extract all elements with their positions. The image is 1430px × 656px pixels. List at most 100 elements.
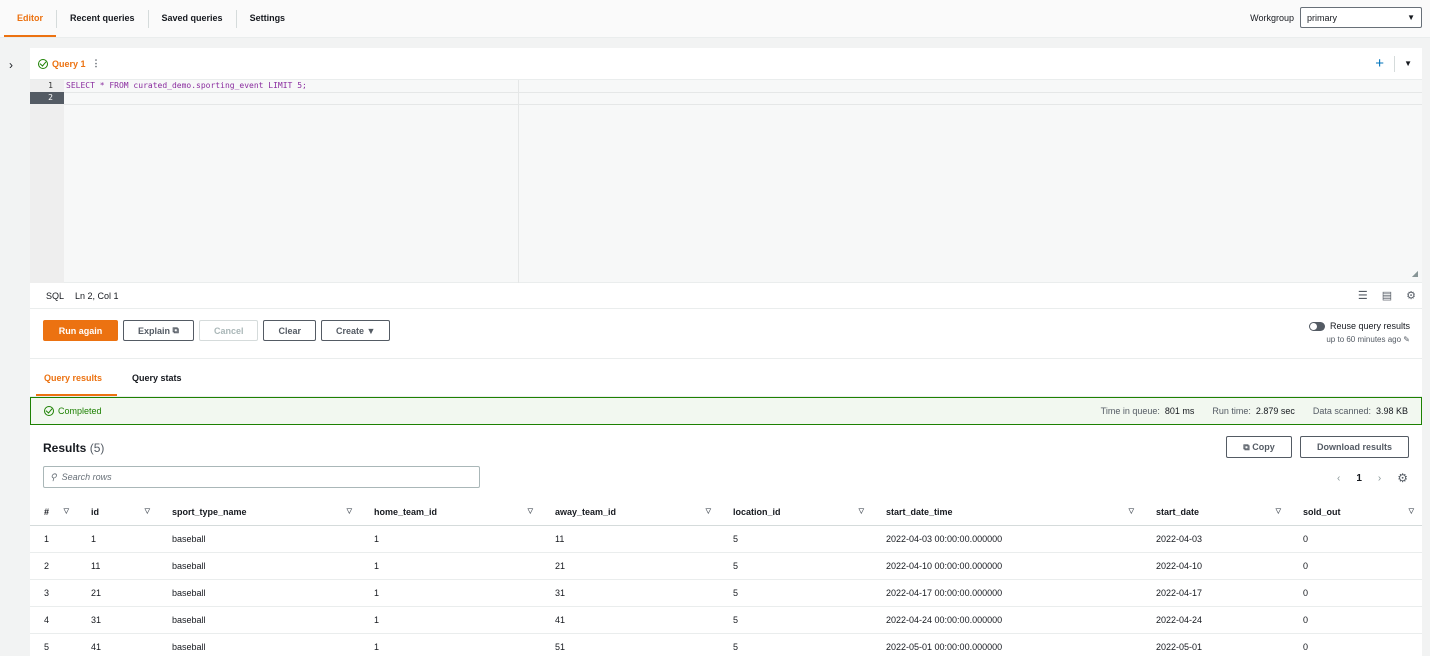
create-button[interactable]: Create ▼ xyxy=(321,320,391,341)
chevron-right-icon[interactable]: › xyxy=(9,58,13,72)
sort-icon[interactable]: ▽ xyxy=(145,507,150,515)
column-header[interactable]: sold_out ▽ xyxy=(1289,499,1422,526)
reuse-toggle[interactable] xyxy=(1308,321,1325,331)
data-scanned-label: Data scanned: xyxy=(1312,406,1371,416)
kebab-menu-icon[interactable]: ⋮ xyxy=(92,58,101,69)
column-header[interactable]: start_date ▽ xyxy=(1142,499,1289,526)
clear-button[interactable]: Clear xyxy=(263,320,316,341)
line-number: 1 xyxy=(48,81,53,90)
active-tab-indicator xyxy=(36,394,117,396)
current-page[interactable]: 1 xyxy=(1356,473,1362,484)
edit-icon[interactable]: ✎ xyxy=(1403,335,1410,344)
table-cell: 21 xyxy=(77,579,158,607)
column-header-label: sport_type_name xyxy=(172,506,247,517)
sql-line: SELECT * FROM curated_demo.sporting_even… xyxy=(66,81,307,90)
tab-recent-queries[interactable]: Recent queries xyxy=(57,0,148,37)
divider xyxy=(1394,56,1395,72)
table-cell: baseball xyxy=(158,552,360,580)
run-again-button[interactable]: Run again xyxy=(43,320,118,341)
column-header-label: sold_out xyxy=(1303,506,1341,517)
column-header-label: id xyxy=(91,506,99,517)
column-header-label: location_id xyxy=(733,506,781,517)
sort-icon[interactable]: ▽ xyxy=(1129,507,1134,515)
column-header[interactable]: id ▽ xyxy=(77,499,158,526)
copy-icon: ⧉ xyxy=(1243,441,1250,452)
add-query-tab-icon[interactable]: + xyxy=(1375,55,1384,72)
tab-saved-queries[interactable]: Saved queries xyxy=(149,0,236,37)
format-icon[interactable]: ☰ xyxy=(1358,289,1368,302)
chevron-right-icon[interactable]: › xyxy=(1378,473,1381,484)
search-rows-input[interactable]: ⚲ Search rows xyxy=(43,466,480,488)
table-cell: 41 xyxy=(541,606,719,634)
completion-banner: Completed Time in queue: 801 ms Run time:… xyxy=(30,397,1422,425)
table-row: 5 41 baseball 1 51 5 2022-05-01 00:00:00.00000… xyxy=(30,633,1422,656)
check-circle-icon xyxy=(38,58,48,69)
gear-icon[interactable]: ⚙ xyxy=(1397,471,1408,485)
table-cell: 5 xyxy=(719,525,872,553)
caret-down-icon[interactable]: ▼ xyxy=(1404,59,1412,68)
query-tab[interactable]: Query 1 ⋮ xyxy=(38,58,101,69)
time-in-queue-value: 801 ms xyxy=(1164,406,1195,416)
table-cell: 1 xyxy=(77,525,158,553)
top-bar: Editor Recent queries Saved queries Sett… xyxy=(0,0,1430,38)
shortcuts-icon[interactable]: ▤ xyxy=(1382,289,1392,302)
sort-icon[interactable]: ▽ xyxy=(859,507,864,515)
column-header[interactable]: location_id ▽ xyxy=(719,499,872,526)
download-results-button[interactable]: Download results xyxy=(1300,436,1409,458)
table-cell: 31 xyxy=(541,579,719,607)
status-text: Completed xyxy=(58,406,102,416)
column-header[interactable]: sport_type_name ▽ xyxy=(158,499,360,526)
table-cell: baseball xyxy=(158,525,360,553)
sort-icon[interactable]: ▽ xyxy=(347,507,352,515)
sort-icon[interactable]: ▽ xyxy=(1276,507,1281,515)
table-cell: 5 xyxy=(719,633,872,656)
table-cell: 2022-04-03 xyxy=(1142,525,1289,553)
table-cell: 2022-04-24 00:00:00.000000 xyxy=(872,606,1142,634)
workgroup-label: Workgroup xyxy=(1250,12,1294,23)
table-cell: 1 xyxy=(360,606,541,634)
reuse-results: Reuse query results up to 60 minutes ago… xyxy=(1308,321,1410,344)
tab-editor[interactable]: Editor xyxy=(4,0,56,37)
table-cell: 41 xyxy=(77,633,158,656)
caret-down-icon: ▼ xyxy=(366,325,376,336)
column-header[interactable]: away_team_id ▽ xyxy=(541,499,719,526)
tab-query-stats[interactable]: Query stats xyxy=(132,373,182,383)
tab-query-results[interactable]: Query results xyxy=(44,373,102,383)
column-header[interactable]: start_date_time ▽ xyxy=(872,499,1142,526)
sort-icon[interactable]: ▽ xyxy=(706,507,711,515)
table-cell: 11 xyxy=(77,552,158,580)
table-cell: 5 xyxy=(719,579,872,607)
search-placeholder: Search rows xyxy=(61,472,112,482)
gear-icon[interactable]: ⚙ xyxy=(1406,289,1416,302)
query-tab-label: Query 1 xyxy=(52,58,86,69)
query-tab-bar: Query 1 ⋮ + ▼ xyxy=(30,48,1422,80)
resize-handle-icon[interactable]: ◢ xyxy=(1412,269,1418,278)
tab-settings[interactable]: Settings xyxy=(237,0,299,37)
column-header-label: away_team_id xyxy=(555,506,617,517)
copy-button[interactable]: ⧉ Copy xyxy=(1226,436,1292,458)
cancel-button[interactable]: Cancel xyxy=(198,320,259,341)
table-cell: 31 xyxy=(77,606,158,634)
query-panel: Query 1 ⋮ + ▼ 1 2 SELECT * FROM curated_… xyxy=(30,48,1422,656)
explain-button[interactable]: Explain ⧉ xyxy=(123,320,194,341)
table-cell: 5 xyxy=(719,552,872,580)
sort-icon[interactable]: ▽ xyxy=(528,507,533,515)
table-cell: 5 xyxy=(719,606,872,634)
data-scanned-value: 3.98 KB xyxy=(1375,406,1408,416)
sql-editor[interactable]: 1 2 SELECT * FROM curated_demo.sporting_… xyxy=(30,80,1422,283)
explain-label: Explain xyxy=(138,325,171,336)
print-margin xyxy=(518,80,519,283)
column-header[interactable]: home_team_id ▽ xyxy=(360,499,541,526)
chevron-left-icon[interactable]: ‹ xyxy=(1337,473,1340,484)
table-cell: 21 xyxy=(541,552,719,580)
results-count: (5) xyxy=(89,441,105,455)
sort-icon[interactable]: ▽ xyxy=(64,507,69,515)
column-header[interactable]: # ▽ xyxy=(30,499,77,526)
copy-label: Copy xyxy=(1252,442,1275,452)
pagination: ‹ 1 › ⚙ xyxy=(1337,471,1408,485)
workgroup-select[interactable]: primary ▼ xyxy=(1300,7,1422,28)
results-table: # ▽ id ▽ sport_type_name ▽ home_team_id ▽ away_t… xyxy=(30,499,1422,656)
sort-icon[interactable]: ▽ xyxy=(1409,507,1414,515)
table-cell: 0 xyxy=(1289,525,1422,553)
code-area[interactable]: SELECT * FROM curated_demo.sporting_even… xyxy=(66,80,307,104)
